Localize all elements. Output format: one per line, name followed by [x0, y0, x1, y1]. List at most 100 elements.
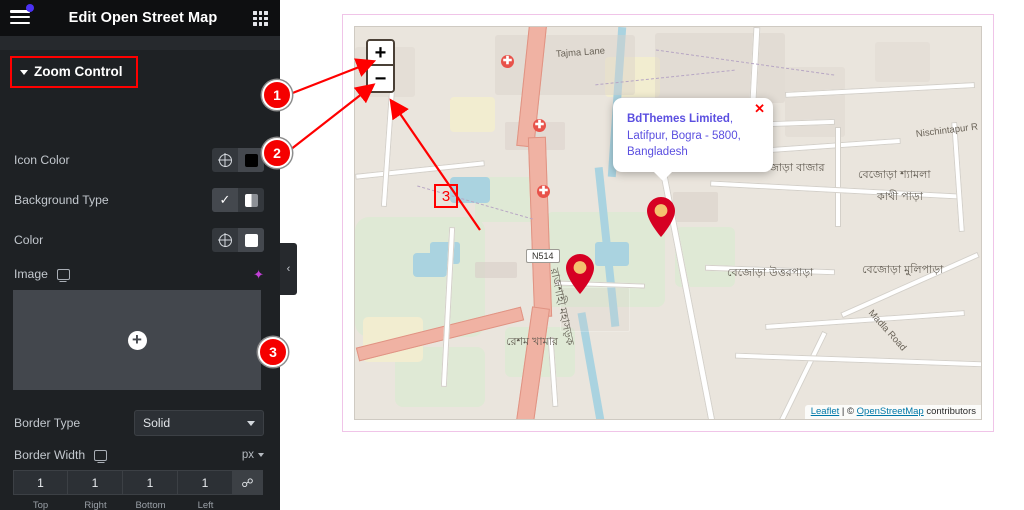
icon-color-swatch[interactable]: [238, 148, 264, 172]
color-label: Color: [14, 233, 44, 247]
map-place-label: বেজোড়া শ্যামলা: [858, 169, 931, 181]
border-type-label: Border Type: [14, 416, 81, 430]
pharmacy-poi-icon[interactable]: ✚: [501, 55, 514, 68]
color-swatch[interactable]: [238, 228, 264, 252]
openstreetmap-link[interactable]: OpenStreetMap: [857, 406, 924, 417]
grid-icon[interactable]: [253, 11, 268, 26]
icon-color-control: [212, 148, 264, 172]
border-width-label-group: Border Width: [14, 448, 108, 462]
link-values-icon[interactable]: ☍: [233, 470, 263, 495]
zoom-in-button[interactable]: +: [368, 41, 393, 66]
border-width-unit: px: [241, 449, 254, 461]
background-type-control: ✓: [212, 188, 264, 212]
map-marker-pin[interactable]: [647, 197, 675, 237]
icon-color-label: Icon Color: [14, 153, 70, 167]
map-road: [734, 352, 981, 368]
panel-header: Edit Open Street Map: [0, 0, 280, 36]
map-attribution: Leaflet | © OpenStreetMap contributors: [804, 405, 981, 419]
border-width-left-input[interactable]: 1: [178, 470, 233, 495]
border-width-right: 1 Right: [68, 470, 123, 510]
map-marker-pin[interactable]: [566, 254, 594, 294]
border-width-left-label: Left: [197, 500, 214, 510]
border-width-label: Border Width: [14, 448, 86, 462]
row-background-type: Background Type ✓: [0, 187, 280, 213]
map-landuse-area: [450, 97, 495, 132]
pharmacy-poi-icon[interactable]: ✚: [537, 185, 550, 198]
border-width-bottom-label: Bottom: [135, 500, 166, 510]
map-canvas[interactable]: ✚ ✚ ✚ N514 Tajma Lane Nischintapur R Madla…: [354, 26, 982, 420]
section-zoom-control-label: Zoom Control: [34, 64, 123, 79]
panel-collapse-toggle[interactable]: ‹: [280, 243, 297, 295]
popup-line-3: Bangladesh: [627, 146, 688, 158]
map-building: [673, 192, 718, 222]
notification-dot-icon: [26, 4, 34, 12]
border-width-bottom-input[interactable]: 1: [123, 470, 178, 495]
leaflet-link[interactable]: Leaflet: [811, 406, 840, 417]
globe-icon[interactable]: [212, 148, 238, 172]
row-border-width: Border Width px: [0, 442, 280, 468]
annotation-badge-1: 1: [262, 80, 292, 110]
border-width-fields: 1 Top 1 Right 1 Bottom 1 Left ☍: [13, 470, 263, 510]
map-place-label: Nischintapur R: [915, 121, 979, 140]
map-building: [475, 262, 517, 278]
popup-line-2: Latifpur, Bogra - 5800,: [627, 129, 741, 142]
attribution-separator: | ©: [839, 406, 857, 417]
hamburger-icon[interactable]: [10, 4, 34, 26]
border-width-top: 1 Top: [13, 470, 68, 510]
border-width-top-input[interactable]: 1: [13, 470, 68, 495]
row-icon-color: Icon Color: [0, 147, 280, 173]
map-widget-frame: ✚ ✚ ✚ N514 Tajma Lane Nischintapur R Madla…: [342, 14, 994, 432]
border-width-left: 1 Left: [178, 470, 233, 510]
desktop-device-icon[interactable]: [94, 449, 108, 461]
annotation-badge-3: 3: [258, 337, 288, 367]
chevron-down-icon: [20, 69, 28, 75]
map-popup: ✕ BdThemes Limited, Latifpur, Bogra - 58…: [613, 98, 773, 181]
map-popup-content: BdThemes Limited, Latifpur, Bogra - 5800…: [627, 111, 761, 161]
map-primary-road: [527, 136, 553, 318]
border-width-top-label: Top: [32, 500, 49, 510]
annotation-map-box-3: 3: [434, 184, 458, 208]
zoom-out-button[interactable]: −: [368, 66, 393, 91]
close-icon[interactable]: ✕: [754, 102, 765, 115]
row-border-type: Border Type Solid: [0, 410, 280, 436]
attribution-suffix: contributors: [923, 406, 976, 417]
panel-body: Zoom Control Icon Color Background Type …: [0, 50, 280, 510]
border-width-unit-select[interactable]: px: [242, 449, 264, 461]
plus-icon: +: [127, 330, 147, 350]
chevron-down-icon: [247, 420, 255, 426]
popup-tip: [653, 170, 673, 181]
image-label: Image: [14, 267, 48, 281]
popup-line-1-bold: BdThemes Limited: [627, 113, 730, 125]
border-type-value: Solid: [143, 416, 171, 430]
row-color: Color: [0, 227, 280, 253]
desktop-device-icon[interactable]: [56, 268, 70, 280]
map-zoom-control: + −: [366, 39, 395, 93]
brush-icon[interactable]: ✓: [212, 188, 238, 212]
map-water-body: [413, 253, 447, 277]
map-road: [835, 127, 841, 227]
pharmacy-poi-icon[interactable]: ✚: [533, 119, 546, 132]
map-building-cluster: [875, 42, 930, 82]
popup-line-1-rest: ,: [729, 113, 734, 125]
border-type-select[interactable]: Solid: [134, 410, 264, 436]
row-image: Image ✦: [0, 261, 280, 287]
map-road: [951, 121, 965, 233]
ai-sparkle-icon[interactable]: ✦: [253, 268, 264, 281]
annotation-badge-2: 2: [262, 138, 292, 168]
map-road: [840, 251, 980, 319]
image-label-group: Image: [14, 267, 70, 281]
page-title: Edit Open Street Map: [68, 10, 218, 26]
color-control: [212, 228, 264, 252]
chevron-down-icon: [258, 453, 264, 457]
image-dropzone[interactable]: +: [13, 290, 261, 390]
gradient-icon[interactable]: [238, 188, 264, 212]
globe-icon[interactable]: [212, 228, 238, 252]
map-building-cluster: [495, 35, 635, 95]
map-road: [765, 310, 965, 330]
background-type-label: Background Type: [14, 193, 109, 207]
panel-subbar: [0, 36, 280, 50]
map-building-cluster: [655, 33, 785, 103]
section-zoom-control[interactable]: Zoom Control: [10, 56, 139, 88]
border-width-right-input[interactable]: 1: [68, 470, 123, 495]
editor-panel: Edit Open Street Map Zoom Control Icon C…: [0, 0, 280, 510]
